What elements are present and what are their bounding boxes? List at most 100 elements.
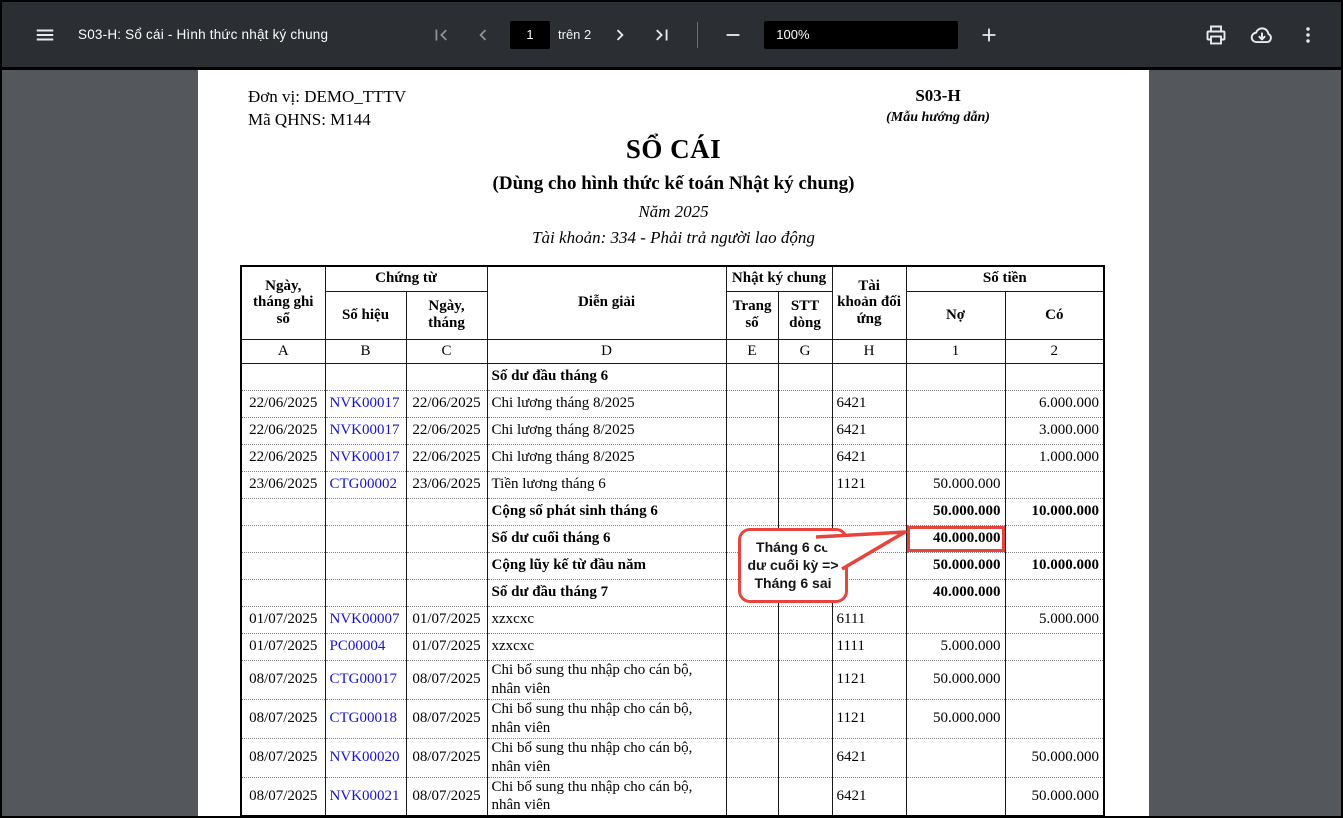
ledger-table-header: Ngày, tháng ghi sổ Chứng từ Diễn giải Nh… xyxy=(241,266,1104,363)
next-page-button[interactable] xyxy=(601,16,639,54)
cell-doc-date xyxy=(406,579,487,606)
cell-doc-number[interactable]: PC00004 xyxy=(325,633,406,660)
zoom-out-button[interactable] xyxy=(714,16,752,54)
cell-debit: 50.000.000 xyxy=(906,660,1005,699)
column-letter-cell: E xyxy=(726,339,778,363)
cell-journal-page xyxy=(726,777,778,816)
qhns-code-line: Mã QHNS: M144 xyxy=(248,108,406,131)
print-button[interactable] xyxy=(1197,16,1235,54)
cell-date xyxy=(241,498,325,525)
cell-journal-page xyxy=(726,363,778,390)
chevron-right-icon xyxy=(609,24,631,46)
cell-debit xyxy=(906,606,1005,633)
column-letter-cell: D xyxy=(487,339,726,363)
cell-doc-date: 08/07/2025 xyxy=(406,777,487,816)
cell-journal-page xyxy=(726,633,778,660)
cell-doc-number xyxy=(325,579,406,606)
cell-debit: 40.000.000 xyxy=(906,525,1005,552)
cell-account: 6421 xyxy=(832,390,906,417)
ledger-table: Ngày, tháng ghi sổ Chứng từ Diễn giải Nh… xyxy=(240,265,1105,816)
table-row: Cộng lũy kế từ đầu năm50.000.00010.000.0… xyxy=(241,552,1104,579)
last-page-button[interactable] xyxy=(643,16,681,54)
cell-journal-line xyxy=(778,363,832,390)
cell-journal-line xyxy=(778,660,832,699)
column-letter-cell: B xyxy=(325,339,406,363)
cell-description: Tiền lương tháng 6 xyxy=(487,471,726,498)
zoom-in-button[interactable] xyxy=(970,16,1008,54)
cell-doc-date xyxy=(406,552,487,579)
toolbar-divider xyxy=(697,22,698,48)
cell-journal-line xyxy=(778,498,832,525)
cell-doc-number xyxy=(325,363,406,390)
pdf-viewer-toolbar: S03-H: Sổ cái - Hình thức nhật ký chung … xyxy=(2,2,1341,70)
more-options-button[interactable] xyxy=(1289,16,1327,54)
cell-description: Số dư cuối tháng 6 xyxy=(487,525,726,552)
menu-button[interactable] xyxy=(26,16,64,54)
table-row: Cộng số phát sinh tháng 650.000.00010.00… xyxy=(241,498,1104,525)
column-letter-row: ABCDEGH12 xyxy=(241,339,1104,363)
cell-doc-number[interactable]: NVK00007 xyxy=(325,606,406,633)
cell-account: 6421 xyxy=(832,738,906,777)
cell-account: 6421 xyxy=(832,777,906,816)
cell-doc-date: 01/07/2025 xyxy=(406,633,487,660)
cell-doc-date xyxy=(406,498,487,525)
cell-doc-date: 08/07/2025 xyxy=(406,699,487,738)
cell-date: 08/07/2025 xyxy=(241,738,325,777)
cell-doc-number[interactable]: CTG00002 xyxy=(325,471,406,498)
cell-doc-number[interactable]: CTG00017 xyxy=(325,660,406,699)
cell-doc-number[interactable]: NVK00021 xyxy=(325,777,406,816)
col-header-amount-group: Số tiền xyxy=(906,266,1104,291)
report-subtitle: (Dùng cho hình thức kế toán Nhật ký chun… xyxy=(198,173,1149,195)
first-page-button[interactable] xyxy=(422,16,460,54)
cell-doc-number[interactable]: NVK00017 xyxy=(325,444,406,471)
cell-description: xzxcxc xyxy=(487,606,726,633)
cell-description: Số dư đầu tháng 7 xyxy=(487,579,726,606)
cell-doc-date: 08/07/2025 xyxy=(406,660,487,699)
cell-date: 23/06/2025 xyxy=(241,471,325,498)
col-header-doc-date: Ngày, tháng xyxy=(406,291,487,339)
col-header-debit: Nợ xyxy=(906,291,1005,339)
cell-journal-page xyxy=(726,738,778,777)
cell-date: 08/07/2025 xyxy=(241,660,325,699)
cell-description: Chi bổ sung thu nhập cho cán bộ, nhân vi… xyxy=(487,660,726,699)
pdf-viewer-canvas[interactable]: Đơn vị: DEMO_TTTV Mã QHNS: M144 S03-H (M… xyxy=(2,70,1341,816)
cell-doc-number[interactable]: NVK00017 xyxy=(325,390,406,417)
column-letter-cell: C xyxy=(406,339,487,363)
cell-account: 6421 xyxy=(832,444,906,471)
cell-credit: 6.000.000 xyxy=(1005,390,1104,417)
cell-doc-number[interactable]: CTG00018 xyxy=(325,699,406,738)
error-annotation-callout: Tháng 6 có dư cuối kỳ => Tháng 6 sai xyxy=(738,528,848,603)
form-code: S03-H xyxy=(848,86,1028,106)
previous-page-button[interactable] xyxy=(464,16,502,54)
cell-journal-line xyxy=(778,738,832,777)
cell-journal-line xyxy=(778,417,832,444)
cell-journal-page xyxy=(726,660,778,699)
column-letter-cell: H xyxy=(832,339,906,363)
col-header-journal-page: Trang số xyxy=(726,291,778,339)
cell-doc-date xyxy=(406,525,487,552)
cell-doc-number[interactable]: NVK00017 xyxy=(325,417,406,444)
cell-date: 22/06/2025 xyxy=(241,417,325,444)
cell-doc-number[interactable]: NVK00020 xyxy=(325,738,406,777)
cell-date: 08/07/2025 xyxy=(241,777,325,816)
minus-icon xyxy=(722,24,744,46)
cell-date xyxy=(241,363,325,390)
callout-line: Tháng 6 sai xyxy=(741,574,845,592)
col-header-journal-group: Nhật ký chung xyxy=(726,266,832,291)
table-row: 01/07/2025NVK0000701/07/2025xzxcxc61115.… xyxy=(241,606,1104,633)
col-header-description: Diễn giải xyxy=(487,266,726,339)
cell-doc-date xyxy=(406,363,487,390)
zoom-level-input[interactable] xyxy=(764,21,958,49)
cell-account: 1121 xyxy=(832,660,906,699)
cell-account: 1121 xyxy=(832,471,906,498)
cell-journal-line xyxy=(778,633,832,660)
column-letter-cell: 1 xyxy=(906,339,1005,363)
cell-debit xyxy=(906,363,1005,390)
cell-doc-number xyxy=(325,498,406,525)
plus-icon xyxy=(978,24,1000,46)
page-number-input[interactable] xyxy=(510,21,550,49)
cell-account: 6111 xyxy=(832,606,906,633)
download-button[interactable] xyxy=(1243,16,1281,54)
cell-date: 01/07/2025 xyxy=(241,606,325,633)
cell-credit: 50.000.000 xyxy=(1005,738,1104,777)
